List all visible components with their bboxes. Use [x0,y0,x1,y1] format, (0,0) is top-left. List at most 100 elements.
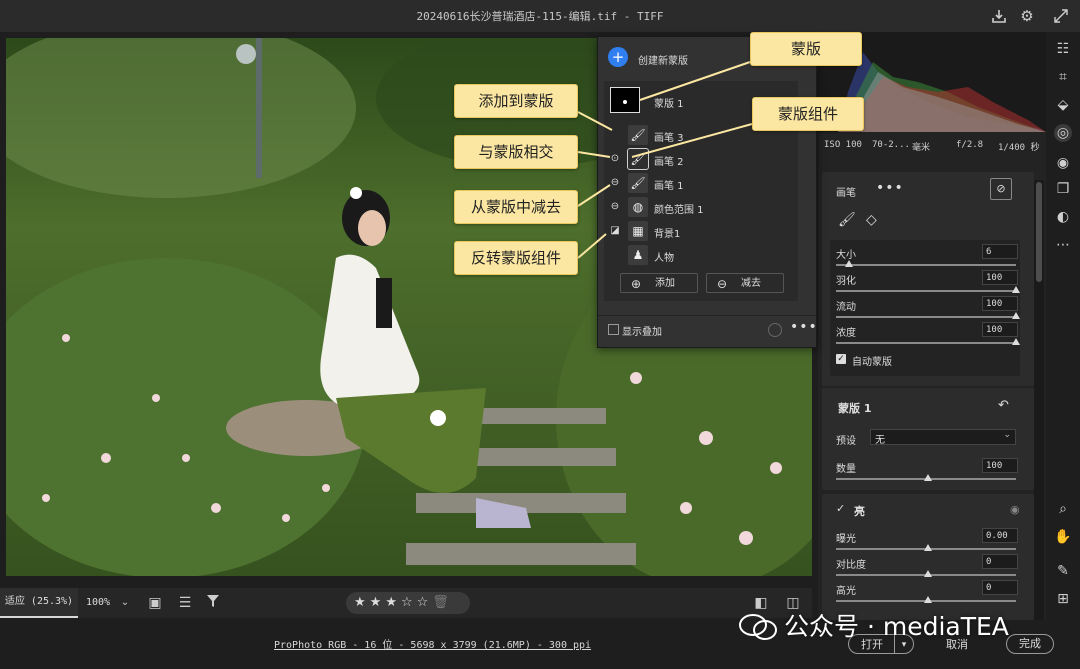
versions-icon[interactable]: ◐ [1054,208,1072,226]
mask-item-brush2[interactable]: ⊙ 🖌 画笔 2 [604,147,798,171]
mask-item-name: 蒙版 1 [654,99,684,110]
panel-scrollbar[interactable] [1034,180,1044,620]
collapse-chevron-icon[interactable]: ✓ [836,502,845,515]
contrast-slider-label: 对比度 [836,560,866,571]
star-2[interactable]: ★ [370,595,382,610]
contrast-slider-thumb[interactable] [924,570,932,577]
mask-item-color-range[interactable]: ⊖ ◍ 颜色范围 1 [604,195,798,219]
mask-item-background[interactable]: ◪ ▦ 背景1 [604,219,798,243]
zoom-fit-button[interactable]: 适应 (25.3%) [0,588,78,618]
contrast-slider[interactable]: 对比度 0 [836,554,1018,580]
flow-slider-value[interactable]: 100 [982,296,1018,311]
density-slider-value[interactable]: 100 [982,322,1018,337]
exposure-slider-thumb[interactable] [924,544,932,551]
show-overlay-checkbox[interactable] [608,324,619,335]
star-4[interactable]: ☆ [401,595,413,610]
exposure-slider-value[interactable]: 0.00 [982,528,1018,543]
eraser-icon[interactable]: ◇ [866,212,884,230]
more-icon[interactable]: ⋯ [1054,236,1072,254]
window-title: 20240616长沙普瑞酒店-115-编辑.tif - TIFF [416,10,664,23]
density-slider-track[interactable] [836,342,1016,344]
masking-icon[interactable]: ◎ [1054,124,1072,142]
size-slider[interactable]: 大小 6 [836,244,1018,270]
feather-slider-value[interactable]: 100 [982,270,1018,285]
aperture-value: f/2.8 [956,140,984,150]
bottom-toolbar: 适应 (25.3%) 100% ⌄ ▣ ☰ ★ ★ ★ ☆ ☆ 🗑 ◧ ◫ [0,588,812,618]
amount-value[interactable]: 100 [982,458,1018,473]
brush-mask-toggle-icon[interactable]: ⊘ [990,178,1012,200]
flow-slider[interactable]: 流动 100 [836,296,1020,322]
iso-value: ISO 100 [824,140,862,150]
crop-icon[interactable]: ⌗ [1054,68,1072,86]
highlights-slider[interactable]: 高光 0 [836,580,1018,606]
zoom-icon[interactable]: ⌕ [1054,500,1072,518]
highlights-slider-label: 高光 [836,586,856,597]
subtract-mode-icon[interactable]: ⊖ [608,176,622,190]
eye-icon[interactable]: ◉ [1010,503,1020,516]
flow-slider-thumb[interactable] [1012,312,1020,319]
presets-icon[interactable]: ❐ [1054,180,1072,198]
gear-icon[interactable]: ⚙ [1018,7,1036,25]
star-1[interactable]: ★ [354,595,366,610]
more-options-icon[interactable]: ••• [790,319,818,335]
highlights-slider-value[interactable]: 0 [982,580,1018,595]
chevron-down-icon: ⌄ [1003,430,1011,440]
sampler-icon[interactable]: ✎ [1054,562,1072,580]
workflow-options-link[interactable]: ProPhoto RGB - 16 位 - 5698 x 3799 (21.6M… [274,636,591,651]
star-5[interactable]: ☆ [417,595,429,610]
density-slider[interactable]: 浓度 100 [836,322,1020,348]
subtract-component-button[interactable]: ⊖ 减去 [706,273,784,293]
more-options-icon[interactable]: ••• [876,180,904,196]
intersect-mode-icon[interactable]: ⊙ [608,152,622,166]
feather-slider[interactable]: 羽化 100 [836,270,1020,296]
trash-icon[interactable]: 🗑 [432,595,449,610]
callout-intersect: 与蒙版相交 [454,135,578,169]
preset-select[interactable]: 无 ⌄ [870,429,1016,446]
size-slider-thumb[interactable] [845,260,853,267]
density-slider-thumb[interactable] [1012,338,1020,345]
mask-item-name: 画笔 1 [654,181,684,192]
flow-slider-track[interactable] [836,316,1016,318]
scrollbar-thumb[interactable] [1036,182,1042,282]
subtract-mode-icon[interactable]: ⊖ [608,200,622,214]
mask-item-brush1[interactable]: ⊖ 🖌 画笔 1 [604,171,798,195]
exposure-slider[interactable]: 曝光 0.00 [836,528,1018,554]
contrast-slider-value[interactable]: 0 [982,554,1018,569]
list-sort-icon[interactable]: ☰ [176,594,194,612]
feather-slider-thumb[interactable] [1012,286,1020,293]
edit-sliders-icon[interactable]: ☷ [1054,40,1072,58]
mask-item-people[interactable]: ♟ 人物 [604,243,798,267]
fullscreen-icon[interactable] [1052,7,1070,25]
add-component-button[interactable]: ⊕ 添加 [620,273,698,293]
size-slider-track[interactable] [836,264,1016,266]
heal-icon[interactable]: ⬙ [1054,96,1072,114]
add-mask-icon: ⊕ [631,277,642,291]
chevron-down-icon[interactable]: ⌄ [116,594,134,612]
save-icon[interactable] [990,7,1008,25]
brush-panel-title: 画笔 [836,188,856,199]
amount-slider[interactable]: 数量 100 [836,458,1018,484]
auto-mask-label: 自动蒙版 [852,357,892,368]
amount-thumb[interactable] [924,474,932,481]
size-slider-value[interactable]: 6 [982,244,1018,259]
image-view-icon[interactable]: ▣ [146,594,164,612]
invert-mode-icon[interactable]: ◪ [608,224,622,238]
highlights-slider-thumb[interactable] [924,596,932,603]
overlay-color-icon[interactable] [768,323,782,337]
callout-mask-component: 蒙版组件 [752,97,864,131]
mask-item-name: 背景1 [654,229,681,240]
zoom-100-button[interactable]: 100% [80,588,116,618]
redeye-icon[interactable]: ◉ [1054,154,1072,172]
auto-mask-checkbox[interactable]: ✓ [836,354,846,364]
filter-icon[interactable] [204,594,222,612]
hand-icon[interactable]: ✋ [1054,528,1072,546]
reset-icon[interactable]: ↶ [998,398,1009,413]
brush-icon[interactable]: 🖌 [838,212,856,230]
feather-slider-track[interactable] [836,290,1016,292]
star-3[interactable]: ★ [385,595,397,610]
exposure-slider-label: 曝光 [836,534,856,545]
callout-subtract-from: 从蒙版中减去 [454,190,578,224]
density-slider-label: 浓度 [836,328,856,339]
background-icon: ▦ [628,221,648,241]
star-rating[interactable]: ★ ★ ★ ☆ ☆ 🗑 [346,592,470,614]
